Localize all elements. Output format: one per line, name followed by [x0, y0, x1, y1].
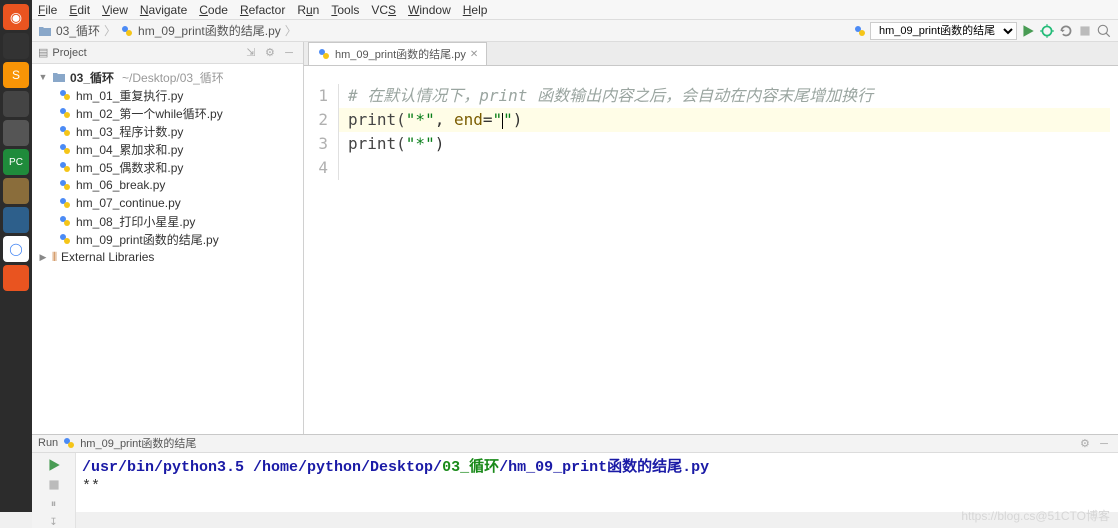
- folder-icon: [52, 70, 66, 84]
- menu-tools[interactable]: Tools: [331, 3, 359, 17]
- dock-app-1[interactable]: [3, 33, 29, 59]
- python-file-icon: [62, 436, 76, 450]
- chevron-right-icon[interactable]: ▶: [38, 252, 48, 263]
- tree-root[interactable]: ▼ 03_循环 ~/Desktop/03_循环: [32, 68, 303, 86]
- breadcrumb: 03_循环 〉 hm_09_print函数的结尾.py 〉: [38, 22, 297, 39]
- close-icon[interactable]: ✕: [470, 49, 478, 60]
- tree-file[interactable]: hm_06_break.py: [32, 176, 303, 194]
- tree-file[interactable]: hm_08_打印小星星.py: [32, 212, 303, 230]
- breadcrumb-file[interactable]: hm_09_print函数的结尾.py: [138, 22, 281, 39]
- tree-root-name: 03_循环: [70, 69, 114, 86]
- run-button[interactable]: [1020, 23, 1036, 39]
- dock-app-6[interactable]: [3, 265, 29, 291]
- os-dock: ◉ S PC ◯: [0, 0, 32, 512]
- editor-tab[interactable]: hm_09_print函数的结尾.py ✕: [308, 42, 487, 65]
- menu-navigate[interactable]: Navigate: [140, 3, 187, 17]
- pause-icon[interactable]: ⏸: [46, 497, 62, 513]
- code-editor[interactable]: 1 2 3 4 # 在默认情况下，print 函数输出内容之后，会自动在内容末尾…: [304, 66, 1118, 434]
- run-config-area: hm_09_print函数的结尾: [853, 22, 1112, 40]
- menu-help[interactable]: Help: [463, 3, 488, 17]
- tree-root-path: ~/Desktop/03_循环: [122, 69, 224, 86]
- python-file-icon: [853, 24, 867, 38]
- menu-refactor[interactable]: Refactor: [240, 3, 285, 17]
- menu-vcs[interactable]: VCS: [371, 3, 396, 17]
- menu-window[interactable]: Window: [408, 3, 451, 17]
- run-panel-script: hm_09_print函数的结尾: [80, 435, 196, 451]
- hide-icon[interactable]: ─: [281, 45, 297, 61]
- debug-button[interactable]: [1039, 23, 1055, 39]
- python-file-icon: [58, 232, 72, 246]
- dock-app-sublime[interactable]: S: [3, 62, 29, 88]
- python-file-icon: [58, 178, 72, 192]
- watermark: https://blog.cs@51CTO博客: [961, 507, 1110, 524]
- python-file-icon: [58, 88, 72, 102]
- project-panel-icon: ▤: [38, 46, 48, 59]
- python-file-icon: [58, 196, 72, 210]
- chevron-right-icon: 〉: [285, 22, 297, 39]
- python-file-icon: [58, 124, 72, 138]
- python-file-icon: [120, 24, 134, 38]
- python-file-icon: [58, 160, 72, 174]
- run-panel-header: Run hm_09_print函数的结尾 ⚙ ─: [32, 435, 1118, 453]
- tree-file[interactable]: hm_04_累加求和.py: [32, 140, 303, 158]
- tree-external-libraries[interactable]: ▶ ⫴ External Libraries: [32, 248, 303, 266]
- line-gutter: 1 2 3 4: [304, 84, 338, 434]
- editor-area: hm_09_print函数的结尾.py ✕ 1 2 3 4 # 在默认情况下，p…: [304, 42, 1118, 434]
- menu-file[interactable]: File: [38, 3, 57, 17]
- tree-file[interactable]: hm_09_print函数的结尾.py: [32, 230, 303, 248]
- tree-file[interactable]: hm_07_continue.py: [32, 194, 303, 212]
- dock-app-pycharm[interactable]: PC: [3, 149, 29, 175]
- menu-edit[interactable]: Edit: [69, 3, 90, 17]
- folder-icon: [38, 24, 52, 38]
- project-panel-title: Project: [52, 47, 86, 59]
- tree-file[interactable]: hm_05_偶数求和.py: [32, 158, 303, 176]
- rerun-icon[interactable]: [46, 457, 62, 473]
- tree-file[interactable]: hm_01_重复执行.py: [32, 86, 303, 104]
- python-file-icon: [317, 47, 331, 61]
- search-button[interactable]: [1096, 23, 1112, 39]
- dock-app-chrome[interactable]: ◯: [3, 236, 29, 262]
- chevron-right-icon: 〉: [104, 22, 116, 39]
- hide-icon[interactable]: ─: [1096, 436, 1112, 452]
- console-stdout: **: [82, 478, 1112, 495]
- stop-icon[interactable]: [46, 477, 62, 493]
- rerun-button[interactable]: [1058, 23, 1074, 39]
- menu-bar: File Edit View Navigate Code Refactor Ru…: [32, 0, 1118, 20]
- dock-app-2[interactable]: [3, 91, 29, 117]
- collapse-icon[interactable]: ⇲: [243, 44, 259, 60]
- code-content[interactable]: # 在默认情况下，print 函数输出内容之后，会自动在内容末尾增加换行 pri…: [338, 84, 1118, 434]
- project-tree: ▼ 03_循环 ~/Desktop/03_循环 hm_01_重复执行.py hm…: [32, 64, 303, 434]
- chevron-down-icon[interactable]: ▼: [38, 72, 48, 82]
- menu-code[interactable]: Code: [199, 3, 228, 17]
- run-panel-title: Run: [38, 437, 58, 449]
- project-panel-header: ▤ Project ⇲ ⚙ ─: [32, 42, 303, 64]
- stop-button[interactable]: [1077, 23, 1093, 39]
- library-icon: ⫴: [52, 250, 57, 265]
- toolbar: 03_循环 〉 hm_09_print函数的结尾.py 〉 hm_09_prin…: [32, 20, 1118, 42]
- dock-app-4[interactable]: [3, 178, 29, 204]
- gear-icon[interactable]: ⚙: [262, 44, 278, 60]
- menu-run[interactable]: Run: [297, 3, 319, 17]
- tree-file[interactable]: hm_02_第一个while循环.py: [32, 104, 303, 122]
- python-file-icon: [58, 106, 72, 120]
- python-file-icon: [58, 142, 72, 156]
- tree-file[interactable]: hm_03_程序计数.py: [32, 122, 303, 140]
- breadcrumb-folder[interactable]: 03_循环: [56, 22, 100, 39]
- editor-tab-label: hm_09_print函数的结尾.py: [335, 46, 466, 62]
- console-output[interactable]: /usr/bin/python3.5 /home/python/Desktop/…: [76, 453, 1118, 528]
- editor-tabs: hm_09_print函数的结尾.py ✕: [304, 42, 1118, 66]
- menu-view[interactable]: View: [102, 3, 128, 17]
- dock-ubuntu[interactable]: ◉: [3, 4, 29, 30]
- run-config-select[interactable]: hm_09_print函数的结尾: [870, 22, 1017, 40]
- run-gutter: ⏸ ↧: [32, 453, 76, 528]
- project-panel: ▤ Project ⇲ ⚙ ─ ▼ 03_循环 ~/Desktop/03_循环 …: [32, 42, 304, 434]
- step-icon[interactable]: ↧: [49, 517, 57, 528]
- python-file-icon: [58, 214, 72, 228]
- gear-icon[interactable]: ⚙: [1077, 435, 1093, 451]
- dock-app-3[interactable]: [3, 120, 29, 146]
- dock-app-5[interactable]: [3, 207, 29, 233]
- run-panel: Run hm_09_print函数的结尾 ⚙ ─ ⏸ ↧ /usr/bin/py…: [32, 434, 1118, 512]
